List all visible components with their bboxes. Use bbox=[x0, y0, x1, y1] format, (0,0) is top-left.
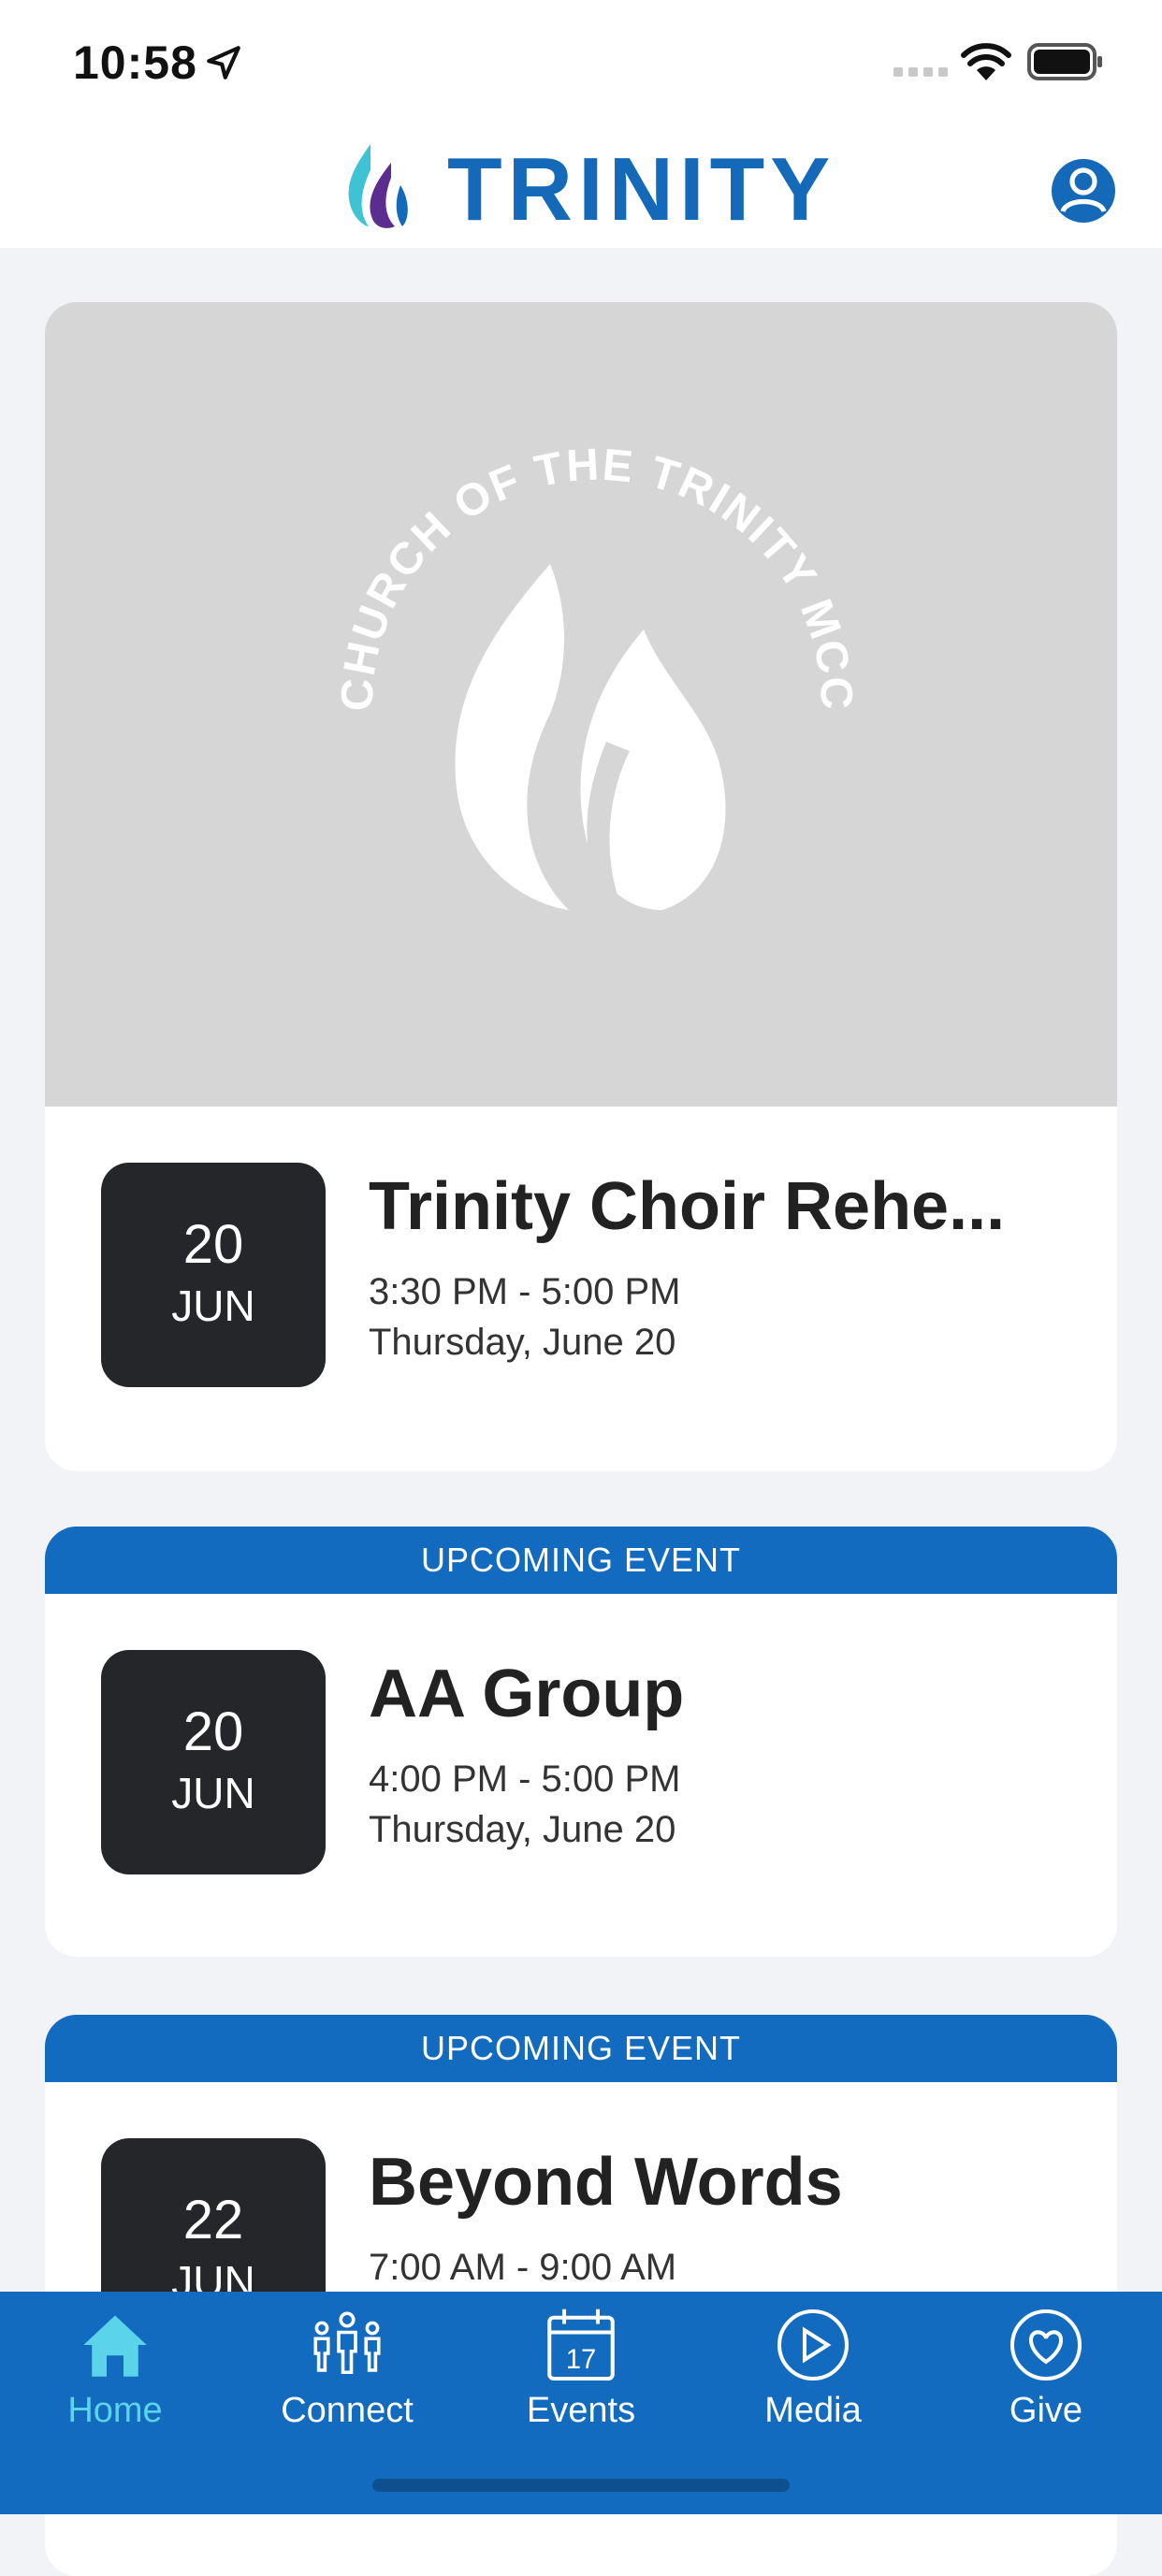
date-day: 20 bbox=[182, 1701, 244, 1762]
event-time: 4:00 PM - 5:00 PM bbox=[369, 1758, 681, 1800]
profile-icon[interactable] bbox=[1050, 157, 1117, 224]
event-time: 3:30 PM - 5:00 PM bbox=[369, 1271, 681, 1312]
date-month: JUN bbox=[171, 1769, 255, 1817]
event-title: Beyond Words bbox=[369, 2145, 843, 2220]
tab-label: Connect bbox=[281, 2391, 414, 2430]
tab-home[interactable]: Home bbox=[22, 2303, 209, 2443]
play-icon bbox=[777, 2308, 850, 2381]
location-arrow-icon bbox=[207, 46, 240, 80]
status-bar: 10:58 bbox=[0, 0, 1162, 126]
tab-label: Events bbox=[526, 2391, 636, 2430]
event-title: Trinity Choir Rehe... bbox=[369, 1169, 1006, 1244]
date-badge: 20 JUN bbox=[101, 1650, 326, 1874]
tab-label: Give bbox=[1009, 2391, 1083, 2430]
date-month: JUN bbox=[171, 1281, 255, 1330]
tab-media[interactable]: Media bbox=[719, 2303, 907, 2443]
tab-connect[interactable]: Connect bbox=[254, 2303, 441, 2443]
status-time: 10:58 bbox=[73, 36, 197, 89]
wifi-icon bbox=[961, 43, 1011, 80]
app-logo-text: TRINITY bbox=[447, 139, 836, 239]
event-date: Thursday, June 20 bbox=[369, 1322, 676, 1363]
date-badge: 20 JUN bbox=[101, 1163, 326, 1387]
church-logo-image: CHURCH OF THE TRINITY MCC bbox=[45, 302, 1117, 1107]
event-card[interactable]: CHURCH OF THE TRINITY MCC 20 JUN Trinity… bbox=[45, 302, 1117, 1471]
battery-icon bbox=[1027, 43, 1102, 80]
home-icon bbox=[83, 2315, 147, 2377]
upcoming-event-banner: UPCOMING EVENT bbox=[45, 1527, 1117, 1594]
event-time: 7:00 AM - 9:00 AM bbox=[369, 2247, 677, 2288]
upcoming-event-banner: UPCOMING EVENT bbox=[45, 2015, 1117, 2082]
tab-label: Media bbox=[764, 2391, 862, 2430]
home-indicator bbox=[372, 2479, 790, 2492]
event-title: AA Group bbox=[369, 1657, 685, 1731]
date-day: 20 bbox=[182, 1214, 244, 1275]
calendar-icon: 17 bbox=[547, 2308, 615, 2381]
flame-logo-icon bbox=[348, 144, 408, 228]
date-day: 22 bbox=[182, 2190, 244, 2250]
event-date: Thursday, June 20 bbox=[369, 1809, 676, 1850]
tab-events[interactable]: 17 Events bbox=[487, 2303, 675, 2443]
tab-give[interactable]: Give bbox=[952, 2303, 1140, 2443]
heart-icon bbox=[1009, 2308, 1082, 2381]
calendar-number: 17 bbox=[566, 2345, 597, 2375]
people-icon bbox=[313, 2311, 381, 2375]
signal-icon bbox=[893, 67, 948, 77]
event-card[interactable]: UPCOMING EVENT 20 JUN AA Group 4:00 PM -… bbox=[45, 1527, 1117, 1957]
svg-text:CHURCH OF THE TRINITY MCC: CHURCH OF THE TRINITY MCC bbox=[332, 440, 861, 712]
tab-label: Home bbox=[67, 2391, 163, 2430]
church-name-arc-text: CHURCH OF THE TRINITY MCC bbox=[332, 440, 859, 712]
